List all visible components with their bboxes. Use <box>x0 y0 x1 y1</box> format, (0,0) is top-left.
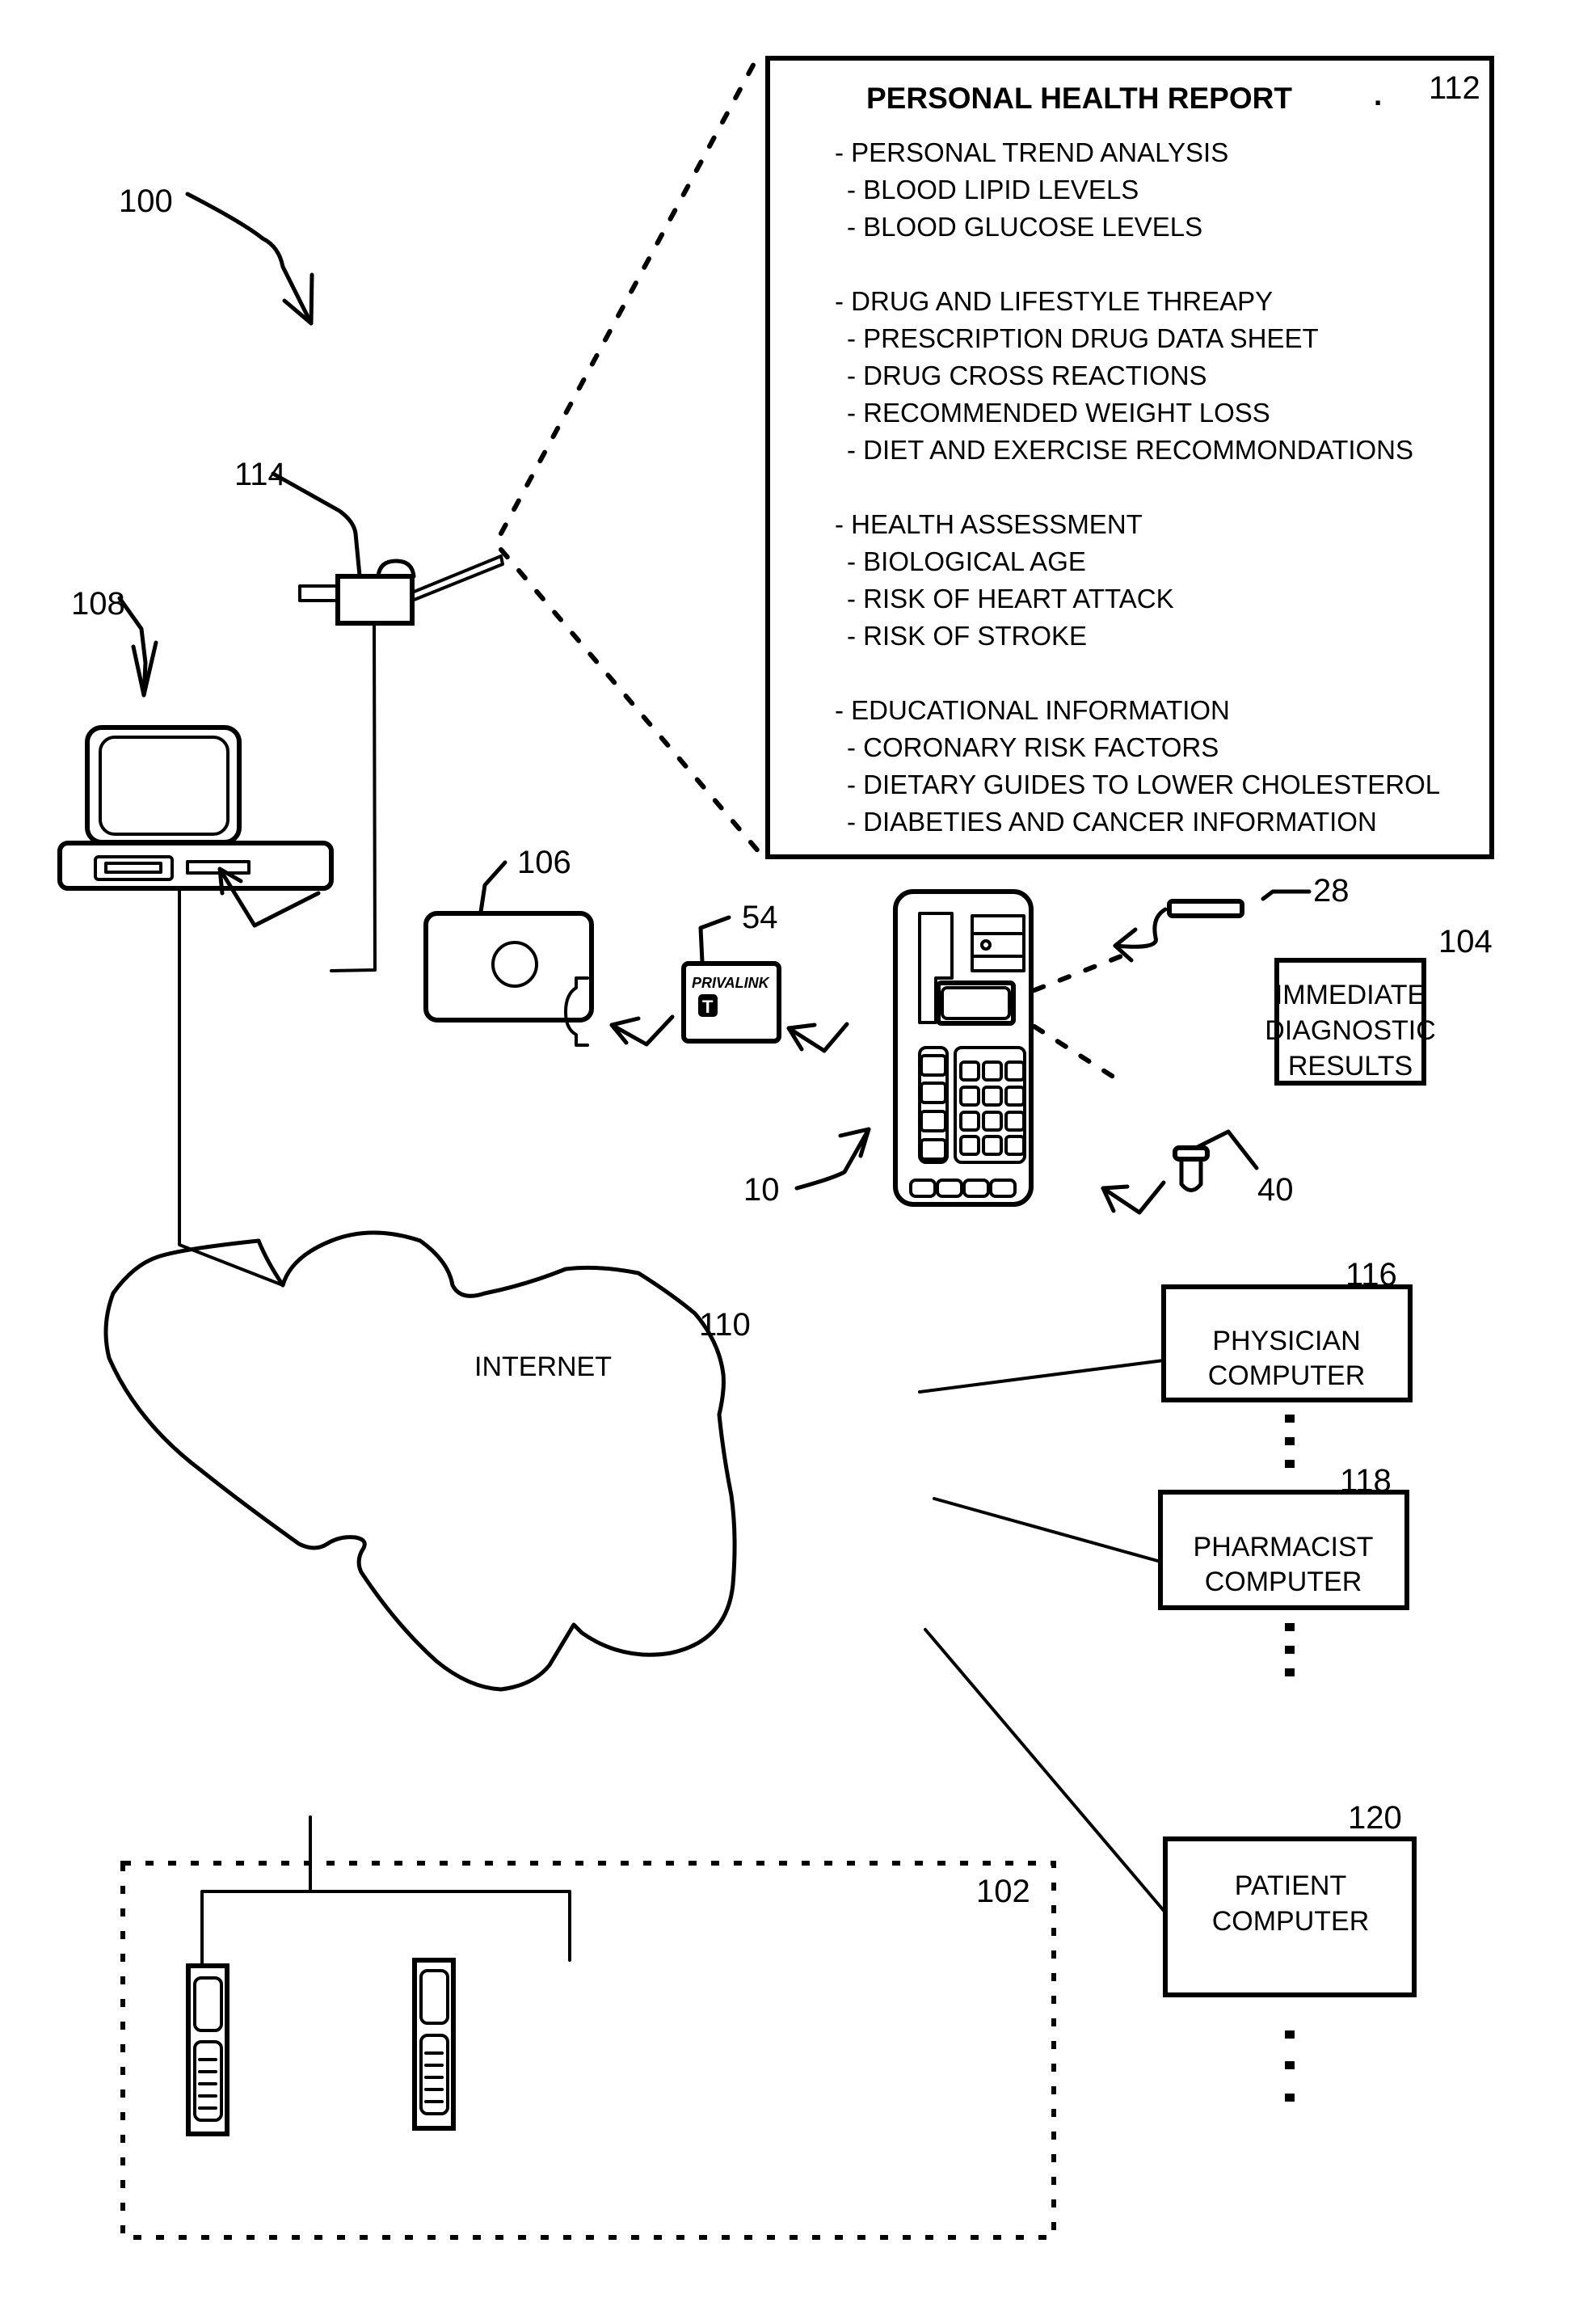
diagnostic-line: RESULTS <box>1288 1051 1413 1082</box>
leader-28 <box>1261 889 1312 901</box>
report-title: PERSONAL HEALTH REPORT <box>866 82 1292 115</box>
diagnostic-line: DIAGNOSTIC <box>1265 1015 1436 1046</box>
internet-cloud <box>103 1230 737 1692</box>
report-section-heading: - HEALTH ASSESSMENT <box>835 509 1143 539</box>
line-internet-to-pharmacist <box>933 1497 1162 1563</box>
diag-projection-bottom <box>1032 1024 1126 1086</box>
report-item: - DIETARY GUIDES TO LOWER CHOLESTEROL <box>847 770 1440 799</box>
pharmacist-label: COMPUTER <box>1205 1567 1362 1597</box>
report-item: - RISK OF HEART ATTACK <box>847 584 1174 614</box>
ellipsis-dot <box>1285 2030 1295 2039</box>
ref-label-104: 104 <box>1438 924 1493 959</box>
leader-114 <box>271 471 362 578</box>
diag-projection-top <box>1032 951 1130 993</box>
card-brand: PRIVALINK <box>692 975 771 991</box>
health-report-panel: 112 PERSONAL HEALTH REPORT . - PERSONAL … <box>765 56 1494 859</box>
report-item: - BIOLOGICAL AGE <box>847 546 1086 576</box>
ref-label-10: 10 <box>743 1172 780 1208</box>
report-item: - BLOOD LIPID LEVELS <box>847 175 1139 205</box>
leader-106 <box>478 860 507 914</box>
report-section-heading: - PERSONAL TREND ANALYSIS <box>835 137 1228 167</box>
report-item: - CORONARY RISK FACTORS <box>847 732 1219 762</box>
report-item: - DIABETIES AND CANCER INFORMATION <box>847 807 1377 837</box>
line-computer-to-internet <box>178 887 284 1287</box>
ref-label-28: 28 <box>1313 873 1350 909</box>
cable-114-to-computer <box>330 622 377 972</box>
arrow-108-icon <box>117 596 158 698</box>
ellipsis-dot <box>1285 1415 1295 1423</box>
patient-label: COMPUTER <box>1212 1906 1370 1937</box>
local-network-boundary <box>120 1861 1056 2240</box>
pharmacist-label: PHARMACIST <box>1194 1532 1374 1562</box>
physician-label: PHYSICIAN <box>1212 1326 1360 1356</box>
terminal-right-icon <box>412 1958 456 2131</box>
card-chip-glyph: T <box>702 997 714 1017</box>
sample-vial-40-icon <box>1173 1145 1210 1192</box>
internet-label: INTERNET <box>474 1351 612 1382</box>
ref-label-54: 54 <box>742 900 778 935</box>
report-item: - BLOOD GLUCOSE LEVELS <box>847 212 1202 242</box>
report-title-mark: . <box>1374 78 1382 112</box>
patient-label: PATIENT <box>1235 1870 1347 1901</box>
report-section-heading: - EDUCATIONAL INFORMATION <box>835 695 1230 725</box>
ref-label-106: 106 <box>517 845 571 880</box>
ref-label-100: 100 <box>119 183 173 219</box>
network-diagram: 100 112 PERSONAL HEALTH REPORT . - PERSO… <box>57 56 1494 2240</box>
report-item: - RISK OF STROKE <box>847 621 1087 651</box>
ellipsis-dot <box>1285 1460 1295 1468</box>
report-item: - DIET AND EXERCISE RECOMMONDATIONS <box>847 435 1413 465</box>
computer-108-icon <box>57 725 334 891</box>
local-network-wiring <box>200 1815 571 1967</box>
ref-label-120: 120 <box>1348 1800 1402 1836</box>
test-strip-28-icon <box>1167 899 1244 918</box>
ellipsis-dot <box>1285 2061 1295 2069</box>
ref-label-112: 112 <box>1429 70 1480 106</box>
diagnostic-line: IMMEDIATE <box>1275 980 1425 1010</box>
ellipsis-dot <box>1285 2094 1295 2102</box>
meter-10-icon <box>893 889 1034 1207</box>
ellipsis-dot <box>1285 1668 1295 1676</box>
projection-line-bottom <box>499 547 762 855</box>
report-item: - RECOMMENDED WEIGHT LOSS <box>847 398 1270 428</box>
ref-label-102: 102 <box>976 1874 1030 1909</box>
leader-54 <box>698 915 731 964</box>
physician-label: COMPUTER <box>1208 1360 1366 1391</box>
terminal-left-icon <box>186 1963 230 2136</box>
card-reader-106-icon <box>423 911 594 1047</box>
line-internet-to-patient <box>924 1628 1167 1914</box>
projection-line-top <box>499 58 758 536</box>
arrow-100-icon <box>185 192 314 326</box>
ellipsis-dot <box>1285 1437 1295 1445</box>
report-section-heading: - DRUG AND LIFESTYLE THREAPY <box>835 286 1273 316</box>
ref-label-40: 40 <box>1257 1172 1294 1208</box>
report-item: - PRESCRIPTION DRUG DATA SHEET <box>847 323 1319 353</box>
report-item: - DRUG CROSS REACTIONS <box>847 361 1207 390</box>
line-internet-to-physician <box>918 1359 1165 1394</box>
ellipsis-dot <box>1285 1646 1295 1654</box>
device-114-icon <box>298 555 504 626</box>
ellipsis-dot <box>1285 1623 1295 1631</box>
ref-label-108: 108 <box>71 586 125 622</box>
ref-label-110: 110 <box>699 1307 751 1343</box>
leader-10 <box>794 1127 871 1191</box>
smart-card-54: PRIVALINK T <box>681 961 781 1044</box>
